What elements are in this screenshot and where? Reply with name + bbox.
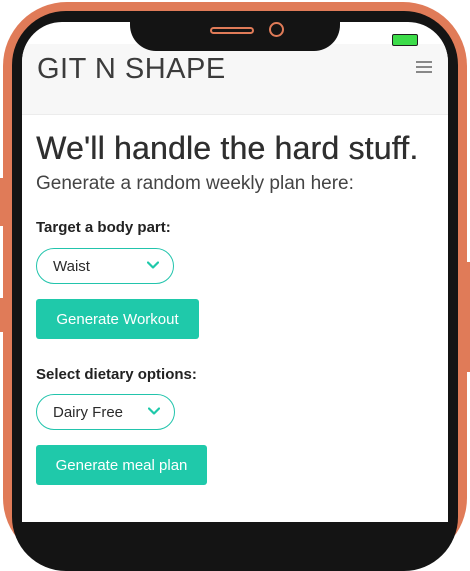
dietary-select[interactable]: Dairy Free [36, 394, 175, 430]
phone-notch [130, 11, 340, 51]
body-part-label: Target a body part: [36, 219, 171, 236]
brand-title[interactable]: GIT N SHAPE [37, 53, 226, 86]
main-content: We'll handle the hard stuff. Generate a … [36, 130, 436, 195]
body-part-select[interactable]: Waist [36, 248, 174, 284]
hamburger-icon[interactable] [416, 61, 432, 73]
dietary-label: Select dietary options: [36, 366, 197, 383]
page-title: We'll handle the hard stuff. [36, 130, 419, 166]
navbar: GIT N SHAPE [22, 44, 448, 115]
speaker-icon [210, 27, 254, 34]
side-button-left [0, 178, 6, 226]
side-button-right [464, 262, 470, 372]
side-button-left-2 [0, 298, 6, 332]
chevron-down-icon [148, 407, 160, 415]
dietary-value: Dairy Free [53, 404, 124, 421]
page-subtitle: Generate a random weekly plan here: [36, 173, 354, 194]
body-part-value: Waist [53, 258, 90, 275]
camera-icon [269, 22, 284, 37]
generate-meal-plan-button[interactable]: Generate meal plan [36, 445, 207, 485]
phone-mockup: GIT N SHAPE We'll handle the hard stuff.… [0, 0, 470, 571]
chevron-down-icon [147, 261, 159, 269]
battery-icon [392, 34, 418, 46]
generate-workout-button[interactable]: Generate Workout [36, 299, 199, 339]
phone-screen: GIT N SHAPE We'll handle the hard stuff.… [22, 22, 448, 522]
